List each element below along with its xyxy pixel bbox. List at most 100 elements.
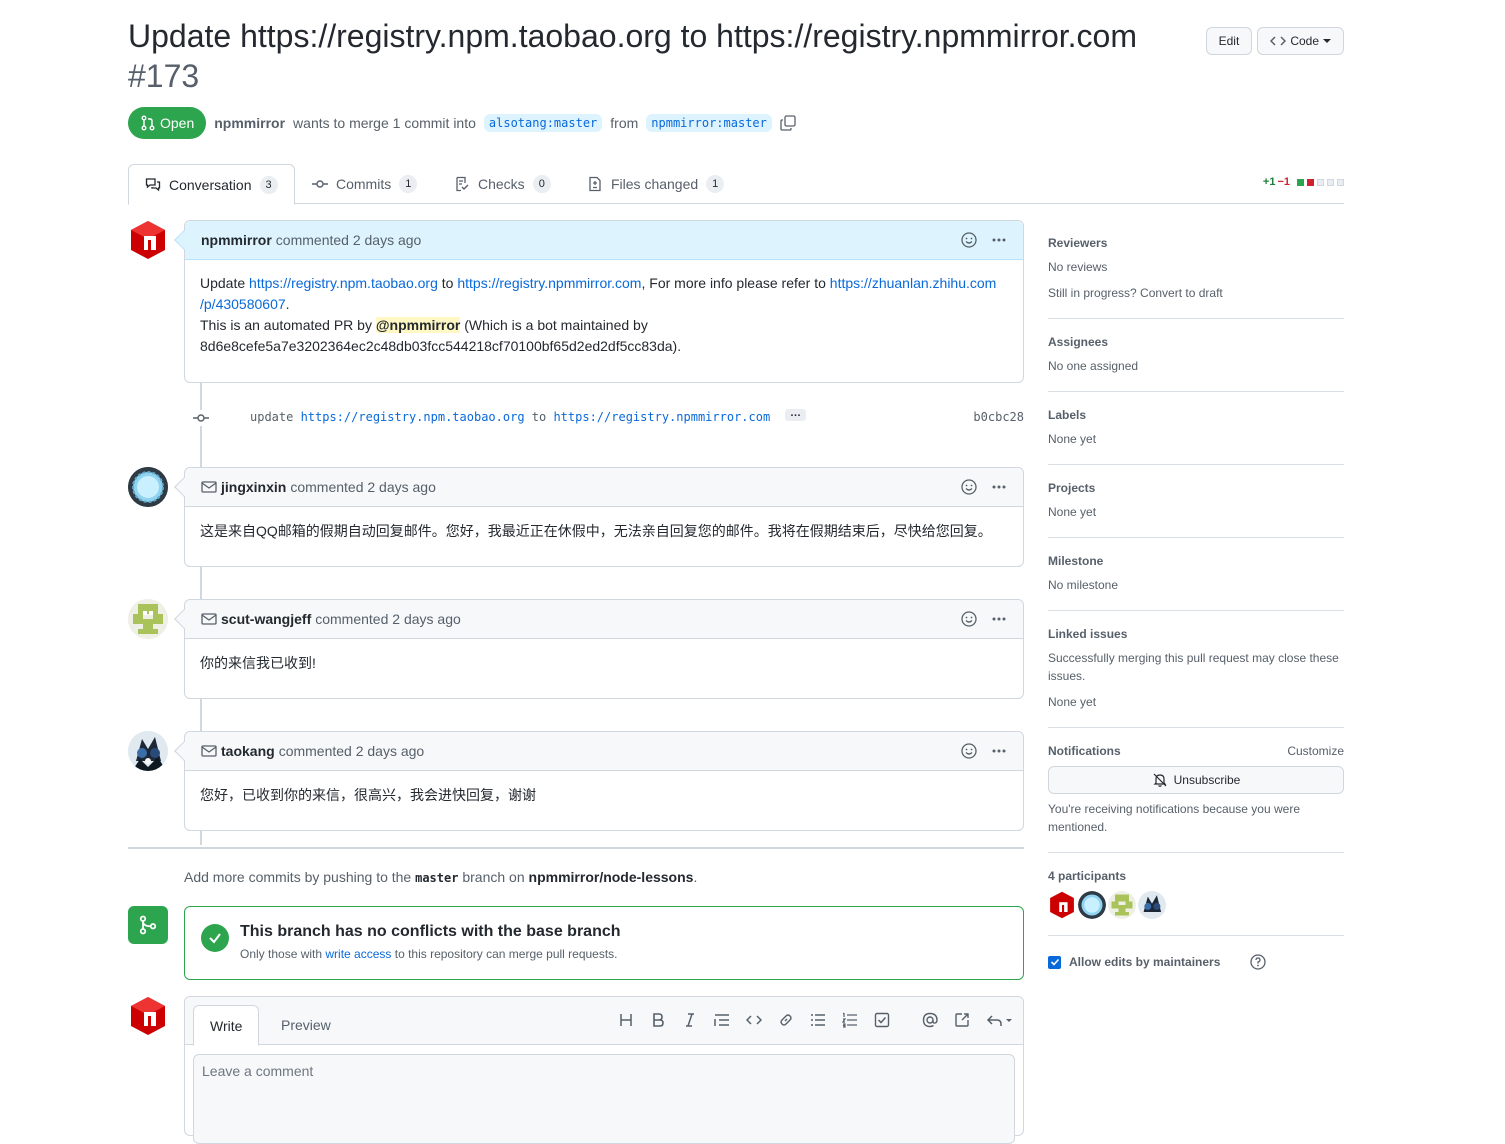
customize-link[interactable]: Customize [1287,744,1344,758]
status-badge: Open [128,107,207,139]
base-branch[interactable]: alsotang:master [483,114,603,132]
tab-files-changed[interactable]: Files changed 1 [571,164,740,204]
comment-textarea[interactable]: Leave a comment [193,1054,1015,1144]
sidebar-heading[interactable]: Labels [1048,408,1344,422]
mention-icon[interactable] [921,1011,939,1029]
pr-author-link[interactable]: npmmirror [214,115,285,131]
avatar[interactable] [128,731,168,771]
code-icon[interactable] [745,1011,763,1029]
commit-icon [193,410,209,426]
heading-icon[interactable] [617,1011,635,1029]
push-note-text: . [693,869,698,885]
commit-message: update https://registry.npm.taobao.org t… [250,410,770,424]
participant-avatar[interactable] [1108,891,1136,919]
commit-row: update https://registry.npm.taobao.org t… [184,406,1024,428]
edit-button[interactable]: Edit [1205,27,1253,55]
ordered-list-icon[interactable] [841,1011,859,1029]
kebab-horizontal-icon[interactable] [991,479,1007,495]
commit-link[interactable]: https://registry.npmmirror.com [553,410,770,424]
avatar[interactable] [128,467,168,507]
caret-down-icon [1323,39,1331,43]
tab-conversation[interactable]: Conversation 3 [128,164,295,205]
allow-edits-checkbox[interactable] [1048,955,1061,969]
tab-preview[interactable]: Preview [265,1005,347,1045]
sidebar-heading[interactable]: Assignees [1048,335,1344,349]
sidebar-heading-text: 4 participants [1048,869,1127,883]
commit-expand-button[interactable]: … [785,408,806,421]
avatar[interactable] [128,599,168,639]
tab-write[interactable]: Write [193,1005,260,1046]
write-access-link[interactable]: write access [325,947,391,961]
user-mention[interactable]: @npmmirror [375,317,461,333]
sidebar-labels: Labels None yet [1048,392,1344,465]
convert-to-draft-link[interactable]: Still in progress? Convert to draft [1048,284,1344,302]
sidebar-heading[interactable]: Reviewers [1048,236,1344,250]
unsubscribe-label: Unsubscribe [1173,773,1241,787]
smiley-icon[interactable] [961,479,977,495]
comment-link[interactable]: https://registry.npm.taobao.org [249,275,438,291]
copy-icon[interactable] [780,115,796,131]
sidebar-heading-text: Projects [1048,481,1096,495]
participant-avatar[interactable] [1048,891,1076,919]
unordered-list-icon[interactable] [809,1011,827,1029]
tab-commits[interactable]: Commits 1 [296,164,433,204]
task-list-icon[interactable] [873,1011,891,1029]
participant-avatar[interactable] [1138,891,1166,919]
italic-icon[interactable] [681,1011,699,1029]
labels-value: None yet [1048,432,1097,446]
kebab-horizontal-icon[interactable] [991,743,1007,759]
push-note-text: Add more commits by pushing to the [184,869,416,885]
sidebar-heading: 4 participants [1048,869,1344,883]
unsubscribe-button[interactable]: Unsubscribe [1048,766,1344,794]
comment-header: npmmirror commented 2 days ago [185,221,1023,260]
push-note: Add more commits by pushing to the maste… [184,869,697,885]
comment-author[interactable]: taokang [221,743,275,759]
comment-header: scut-wangjeff commented 2 days ago [185,600,1023,639]
comment-link[interactable]: /p/430580607 [200,296,286,312]
comment-meta: commented 2 days ago [315,611,461,627]
allow-edits-label[interactable]: Allow edits by maintainers [1069,955,1220,969]
comment-link[interactable]: https://zhuanlan.zhihu.com [830,275,997,291]
cross-reference-icon[interactable] [953,1011,971,1029]
sidebar-heading[interactable]: Projects [1048,481,1344,495]
comment-author[interactable]: npmmirror [201,232,272,248]
sidebar-heading[interactable]: Linked issues [1048,627,1344,641]
tab-checks[interactable]: Checks 0 [438,164,567,204]
repo-link[interactable]: npmmirror/node-lessons [529,869,694,885]
smiley-icon[interactable] [961,743,977,759]
sidebar-heading-text: Labels [1048,408,1087,422]
commit-link[interactable]: https://registry.npm.taobao.org [301,410,525,424]
commit-sha[interactable]: b0cbc28 [973,410,1024,424]
tab-label: Checks [478,176,525,192]
linked-issues-value: None yet [1048,695,1097,709]
head-branch[interactable]: npmmirror:master [646,114,772,132]
code-button[interactable]: Code [1257,27,1344,55]
comment-author[interactable]: scut-wangjeff [221,611,311,627]
bold-icon[interactable] [649,1011,667,1029]
participant-avatar[interactable] [1078,891,1106,919]
comment-author[interactable]: jingxinxin [221,479,286,495]
pr-number: #173 [128,58,200,94]
comment-card: scut-wangjeff commented 2 days ago 你的来信我… [174,599,1024,699]
kebab-horizontal-icon[interactable] [991,232,1007,248]
smiley-icon[interactable] [961,611,977,627]
sidebar: Reviewers No reviews Still in progress? … [1048,220,1344,970]
question-icon[interactable] [1250,954,1267,970]
comment-link[interactable]: https://registry.npmmirror.com [457,275,641,291]
smiley-icon[interactable] [961,232,977,248]
sidebar-heading[interactable]: Milestone [1048,554,1344,568]
allow-edits-row: Allow edits by maintainers [1048,936,1344,970]
comment-text: , For more info please refer to [641,275,830,291]
avatar[interactable] [128,996,168,1036]
link-icon[interactable] [777,1011,795,1029]
kebab-horizontal-icon[interactable] [991,611,1007,627]
comment-text: . [285,296,290,312]
push-note-branch: master [415,871,459,885]
sidebar-heading-text: Assignees [1048,335,1109,349]
avatar[interactable] [128,220,168,260]
reply-icon[interactable] [985,1011,1015,1029]
merge-text: wants to merge 1 commit into [293,115,476,131]
quote-icon[interactable] [713,1011,731,1029]
diffstat-removed: −1 [1277,176,1290,188]
sidebar-reviewers: Reviewers No reviews Still in progress? … [1048,220,1344,319]
